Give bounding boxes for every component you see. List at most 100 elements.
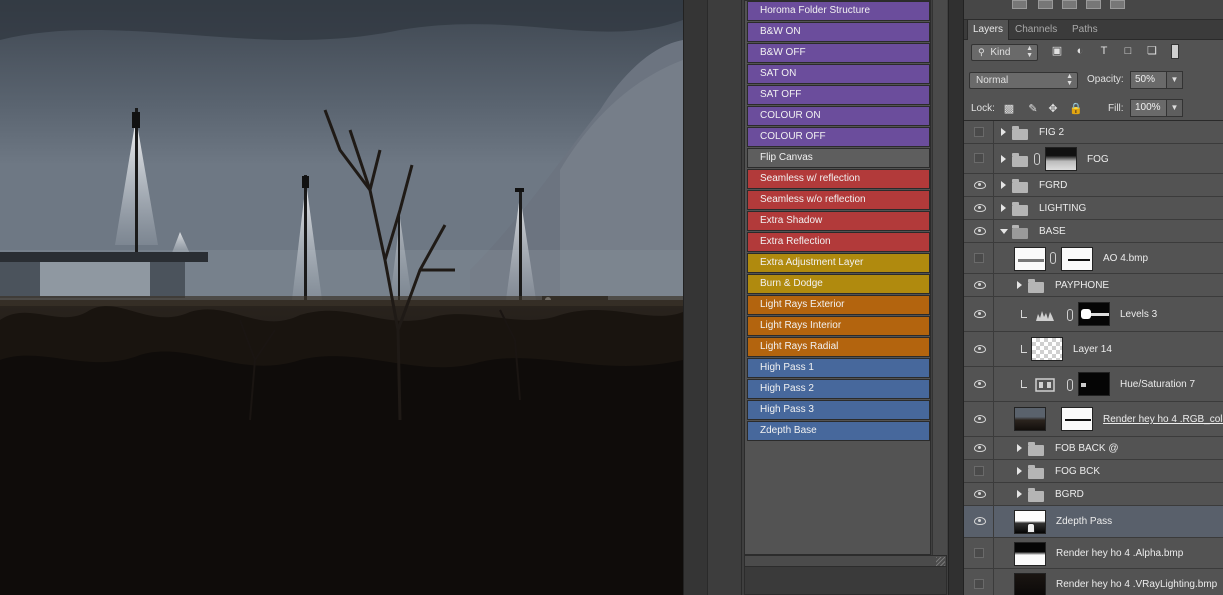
layer-thumbnail[interactable] <box>1014 407 1046 431</box>
action-button-colour-off[interactable]: COLOUR OFF <box>747 127 930 147</box>
lock-position-icon[interactable]: ✥ <box>1047 103 1059 115</box>
link-chain-icon[interactable] <box>1050 252 1056 264</box>
action-button-horoma-folder-structure[interactable]: Horoma Folder Structure <box>747 1 930 21</box>
lock-transparent-pixels-icon[interactable]: ▩ <box>1003 103 1015 115</box>
opacity-dropdown-icon[interactable]: ▼ <box>1166 71 1183 89</box>
actions-scrollbar[interactable] <box>932 0 947 555</box>
visibility-toggle[interactable] <box>964 243 994 273</box>
visibility-toggle[interactable] <box>964 483 994 505</box>
action-button-light-rays-exterior[interactable]: Light Rays Exterior <box>747 295 930 315</box>
tab-layers[interactable]: Layers <box>967 20 1010 40</box>
layer-thumbnail[interactable] <box>1014 573 1046 595</box>
action-button-seamless-without-reflection[interactable]: Seamless w/o reflection <box>747 190 930 210</box>
visibility-toggle[interactable] <box>964 402 994 436</box>
action-button-extra-reflection[interactable]: Extra Reflection <box>747 232 930 252</box>
layer-mask-thumbnail[interactable] <box>1061 247 1093 271</box>
filter-kind-select[interactable]: ⚲ Kind ▲ ▼ <box>971 44 1038 61</box>
layer-row-hue-saturation-7[interactable]: Hue/Saturation 7 <box>964 367 1223 402</box>
visibility-toggle[interactable] <box>964 297 994 331</box>
layer-thumbnail[interactable] <box>1014 542 1046 566</box>
layer-list[interactable]: FIG 2 FOG FGRD LIGHTING BASE AO 4.bmp PA… <box>964 120 1223 595</box>
action-button-sat-off[interactable]: SAT OFF <box>747 85 930 105</box>
action-button-high-pass-2[interactable]: High Pass 2 <box>747 379 930 399</box>
action-button-high-pass-1[interactable]: High Pass 1 <box>747 358 930 378</box>
link-chain-icon[interactable] <box>1067 379 1073 391</box>
layer-mask-thumbnail[interactable] <box>1061 407 1093 431</box>
action-button-high-pass-3[interactable]: High Pass 3 <box>747 400 930 420</box>
layer-row-levels-3[interactable]: Levels 3 <box>964 297 1223 332</box>
document-canvas[interactable] <box>0 0 683 595</box>
link-chain-icon[interactable] <box>1034 153 1040 165</box>
expand-arrow-icon[interactable] <box>1001 128 1006 136</box>
visibility-toggle[interactable] <box>964 367 994 401</box>
panel-tool-icon[interactable] <box>1038 0 1053 9</box>
expand-arrow-icon[interactable] <box>1017 467 1022 475</box>
layer-row-render-alpha[interactable]: Render hey ho 4 .Alpha.bmp <box>964 538 1223 569</box>
layer-row-payphone[interactable]: PAYPHONE <box>964 274 1223 297</box>
action-button-flip-canvas[interactable]: Flip Canvas <box>747 148 930 168</box>
action-button-zdepth-base[interactable]: Zdepth Base <box>747 421 930 441</box>
panel-tool-icon[interactable] <box>1062 0 1077 9</box>
collapse-arrow-icon[interactable] <box>1000 229 1008 234</box>
expand-arrow-icon[interactable] <box>1017 281 1022 289</box>
visibility-toggle[interactable] <box>964 144 994 173</box>
action-button-extra-adjustment-layer[interactable]: Extra Adjustment Layer <box>747 253 930 273</box>
action-button-bw-on[interactable]: B&W ON <box>747 22 930 42</box>
expand-arrow-icon[interactable] <box>1017 490 1022 498</box>
layer-row-render-vray-lighting[interactable]: Render hey ho 4 .VRayLighting.bmp <box>964 569 1223 595</box>
visibility-toggle[interactable] <box>964 569 994 595</box>
action-button-light-rays-radial[interactable]: Light Rays Radial <box>747 337 930 357</box>
filter-pixel-icon[interactable]: ▣ <box>1051 45 1063 57</box>
filter-type-icon[interactable]: T <box>1098 45 1110 57</box>
filter-adjustment-icon[interactable]: ◐ <box>1074 45 1086 57</box>
panel-divider[interactable] <box>948 0 964 595</box>
action-button-burn-dodge[interactable]: Burn & Dodge <box>747 274 930 294</box>
visibility-toggle[interactable] <box>964 197 994 219</box>
layer-mask-thumbnail[interactable] <box>1078 372 1110 396</box>
blend-mode-select[interactable]: Normal ▲ ▼ <box>969 72 1078 89</box>
filter-smart-object-icon[interactable]: ❏ <box>1146 45 1158 57</box>
link-chain-icon[interactable] <box>1067 309 1073 321</box>
panel-tool-icon[interactable] <box>1086 0 1101 9</box>
tab-channels[interactable]: Channels <box>1010 20 1062 40</box>
panel-tool-icon[interactable] <box>1110 0 1125 9</box>
lock-all-icon[interactable]: 🔒 <box>1069 103 1083 115</box>
panel-tool-icon[interactable] <box>1012 0 1027 9</box>
layer-row-render-rgb-color[interactable]: Render hey ho 4 .RGB_color.bmp <box>964 402 1223 437</box>
action-button-seamless-with-reflection[interactable]: Seamless w/ reflection <box>747 169 930 189</box>
layer-row-base[interactable]: BASE <box>964 220 1223 243</box>
layer-mask-thumbnail[interactable] <box>1045 147 1077 171</box>
filter-shape-icon[interactable]: □ <box>1122 45 1134 57</box>
action-button-light-rays-interior[interactable]: Light Rays Interior <box>747 316 930 336</box>
layer-row-fog-bck[interactable]: FOG BCK <box>964 460 1223 483</box>
layer-thumbnail[interactable] <box>1014 247 1046 271</box>
visibility-toggle[interactable] <box>964 332 994 366</box>
visibility-toggle[interactable] <box>964 506 994 537</box>
layer-row-fob-back[interactable]: FOB BACK @ <box>964 437 1223 460</box>
lock-image-pixels-icon[interactable]: ✎ <box>1027 103 1039 115</box>
layer-mask-thumbnail[interactable] <box>1078 302 1110 326</box>
opacity-input[interactable]: 50% <box>1130 71 1167 89</box>
visibility-toggle[interactable] <box>964 274 994 296</box>
action-button-colour-on[interactable]: COLOUR ON <box>747 106 930 126</box>
layer-row-layer-14[interactable]: Layer 14 <box>964 332 1223 367</box>
expand-arrow-icon[interactable] <box>1017 444 1022 452</box>
resize-grip-icon[interactable] <box>936 557 945 566</box>
layer-row-fgrd[interactable]: FGRD <box>964 174 1223 197</box>
action-button-bw-off[interactable]: B&W OFF <box>747 43 930 63</box>
tab-paths[interactable]: Paths <box>1067 20 1103 40</box>
visibility-toggle[interactable] <box>964 121 994 143</box>
expand-arrow-icon[interactable] <box>1001 204 1006 212</box>
filter-toggle-icon[interactable] <box>1171 44 1179 59</box>
action-button-sat-on[interactable]: SAT ON <box>747 64 930 84</box>
layer-row-fig-2[interactable]: FIG 2 <box>964 121 1223 144</box>
visibility-toggle[interactable] <box>964 437 994 459</box>
fill-input[interactable]: 100% <box>1130 99 1167 117</box>
layer-thumbnail[interactable] <box>1031 337 1063 361</box>
visibility-toggle[interactable] <box>964 538 994 568</box>
fill-dropdown-icon[interactable]: ▼ <box>1166 99 1183 117</box>
layer-row-ao-4[interactable]: AO 4.bmp <box>964 243 1223 274</box>
expand-arrow-icon[interactable] <box>1001 181 1006 189</box>
layer-row-zdepth-pass[interactable]: Zdepth Pass <box>964 506 1223 538</box>
visibility-toggle[interactable] <box>964 174 994 196</box>
